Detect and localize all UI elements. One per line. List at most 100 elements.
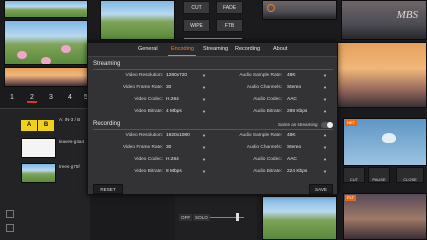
rec-audio-channels-label: Audio Channels: <box>246 145 282 150</box>
stream-audio-channels-chevron-down-icon[interactable]: ▼ <box>323 85 327 90</box>
audio-solo-button[interactable]: SOLO <box>193 214 210 221</box>
stream-audio-codec-value[interactable]: AAC <box>287 97 297 102</box>
preview-badge-net: NET <box>345 120 357 126</box>
scene-number-3[interactable]: 3 <box>46 94 56 101</box>
tab-streaming[interactable]: Streaming <box>203 46 228 52</box>
layer-thumbnail-blank[interactable] <box>21 138 56 158</box>
same-as-streaming-label: Same as streaming <box>278 122 318 127</box>
stream-video-resolution-chevron-down-icon[interactable]: ▼ <box>202 73 206 78</box>
scene-number-4[interactable]: 4 <box>65 94 75 101</box>
scene-number-1[interactable]: 1 <box>7 94 17 101</box>
stream-video-resolution-value[interactable]: 1280x720 <box>166 73 187 78</box>
rec-video-bitrate-value[interactable]: 8 Mbps <box>166 169 182 174</box>
control-pause-button[interactable]: PAUSE <box>368 167 390 183</box>
stream-video-bitrate-chevron-down-icon[interactable]: ▼ <box>202 109 206 114</box>
streaming-section-divider <box>93 69 333 70</box>
layers-divider <box>0 108 90 109</box>
stream-audio-bitrate-value[interactable]: 288 Kbps <box>287 109 307 114</box>
layer-thumbnail-trees[interactable] <box>21 163 56 183</box>
stream-audio-sample-rate-label: Audio Sample Rate: <box>239 73 282 78</box>
rec-video-resolution-chevron-down-icon[interactable]: ▼ <box>202 133 206 138</box>
toggle-knob <box>327 122 333 128</box>
rec-video-frame-rate-chevron-down-icon[interactable]: ▼ <box>202 145 206 150</box>
preview-bottom-center[interactable] <box>262 196 337 240</box>
stream-audio-channels-label: Audio Channels: <box>246 85 282 90</box>
stream-audio-sample-rate-chevron-down-icon[interactable]: ▼ <box>323 73 327 78</box>
rec-audio-sample-rate-label: Audio Sample Rate: <box>239 133 282 138</box>
stream-video-frame-rate-value[interactable]: 30 <box>166 85 171 90</box>
stream-video-resolution-label: Video Resolution: <box>125 73 163 78</box>
layer-title: A: IN-3 / B <box>59 117 81 122</box>
stream-video-bitrate-label: Video Bitrate: <box>134 109 163 114</box>
rec-video-resolution-label: Video Resolution: <box>125 133 163 138</box>
save-button[interactable]: SAVE <box>309 184 333 194</box>
rec-audio-channels-value[interactable]: Stereo <box>287 145 301 150</box>
stream-audio-codec-chevron-down-icon[interactable]: ▼ <box>323 97 327 102</box>
stream-video-codec-value[interactable]: H.264 <box>166 97 179 102</box>
stream-audio-bitrate-label: Audio Bitrate: <box>253 109 282 114</box>
mbs-watermark: MBS <box>396 9 418 21</box>
layer-b-button[interactable]: B <box>38 120 54 131</box>
settings-gear-icon[interactable] <box>267 4 275 12</box>
fade-button[interactable]: FADE <box>216 1 243 14</box>
preview-thumbnail[interactable] <box>100 0 175 40</box>
stream-video-frame-rate-label: Video Frame Rate: <box>122 85 163 90</box>
rec-audio-codec-label: Audio Codec: <box>253 157 282 162</box>
stream-audio-sample-rate-value[interactable]: 48K <box>287 73 296 78</box>
control-cut-button[interactable]: CUT <box>343 167 365 183</box>
program-city-view <box>337 42 427 108</box>
tab-about[interactable]: About <box>273 46 287 52</box>
same-as-streaming-toggle[interactable] <box>321 122 333 128</box>
rec-audio-codec-chevron-down-icon[interactable]: ▼ <box>323 157 327 162</box>
rec-video-bitrate-chevron-down-icon[interactable]: ▼ <box>202 169 206 174</box>
source-thumbnail-top[interactable] <box>4 0 88 18</box>
stream-audio-bitrate-chevron-down-icon[interactable]: ▼ <box>323 109 327 114</box>
audio-volume-knob[interactable] <box>236 213 239 221</box>
rec-audio-bitrate-chevron-down-icon[interactable]: ▼ <box>323 169 327 174</box>
tab-recording[interactable]: Recording <box>235 46 260 52</box>
control-close-button[interactable]: CLOSE <box>396 167 424 183</box>
tab-general[interactable]: General <box>138 46 158 52</box>
tab-encoding-underline <box>168 55 196 56</box>
recording-section-title: Recording <box>93 121 121 127</box>
ftb-button[interactable]: FTB <box>216 19 243 32</box>
rec-audio-bitrate-value[interactable]: 224 Kbps <box>287 169 307 174</box>
rec-video-codec-value[interactable]: H.264 <box>166 157 179 162</box>
stream-audio-channels-value[interactable]: Stereo <box>287 85 301 90</box>
tab-encoding[interactable]: Encoding <box>171 46 194 52</box>
streaming-section-title: Streaming <box>93 61 121 67</box>
preview-skyline[interactable]: PLT <box>343 193 427 240</box>
rec-video-codec-chevron-down-icon[interactable]: ▼ <box>202 157 206 162</box>
stream-audio-codec-label: Audio Codec: <box>253 97 282 102</box>
rec-audio-channels-chevron-down-icon[interactable]: ▼ <box>323 145 327 150</box>
preview-bird[interactable]: NET <box>343 118 427 166</box>
preview-badge-plt: PLT <box>345 195 357 201</box>
side-icon-b[interactable] <box>6 224 14 232</box>
reset-button[interactable]: RESET <box>93 184 123 194</box>
stream-video-frame-rate-chevron-down-icon[interactable]: ▼ <box>202 85 206 90</box>
rec-audio-codec-value[interactable]: AAC <box>287 157 297 162</box>
source-thumbnail-flowers[interactable] <box>4 20 88 65</box>
list-item-leaves[interactable]: leaves-g4a4 <box>59 139 84 144</box>
rec-audio-sample-rate-value[interactable]: 48K <box>287 133 296 138</box>
bird-shape <box>382 133 396 143</box>
transition-slider-track[interactable] <box>184 38 242 39</box>
source-thumbnail-sunset[interactable] <box>4 67 88 87</box>
layer-a-button[interactable]: A <box>21 120 37 131</box>
audio-off-button[interactable]: OFF <box>179 214 193 221</box>
scene-number-2[interactable]: 2 <box>27 94 37 103</box>
stream-video-bitrate-value[interactable]: 4 Mbps <box>166 109 182 114</box>
rec-video-bitrate-label: Video Bitrate: <box>134 169 163 174</box>
side-icon-a[interactable] <box>6 210 14 218</box>
wipe-button[interactable]: WIPE <box>183 19 210 32</box>
list-item-trees[interactable]: trees-g75f <box>59 164 80 169</box>
stream-video-codec-chevron-down-icon[interactable]: ▼ <box>202 97 206 102</box>
stream-video-codec-label: Video Codec: <box>134 97 163 102</box>
cut-button[interactable]: CUT <box>183 1 210 14</box>
rec-audio-sample-rate-chevron-down-icon[interactable]: ▼ <box>323 133 327 138</box>
rec-video-frame-rate-label: Video Frame Rate: <box>122 145 163 150</box>
recording-section-divider <box>93 129 333 130</box>
rec-video-frame-rate-value[interactable]: 30 <box>166 145 171 150</box>
program-output-right: MBS <box>341 0 427 40</box>
rec-video-resolution-value[interactable]: 1920x1080 <box>166 133 190 138</box>
